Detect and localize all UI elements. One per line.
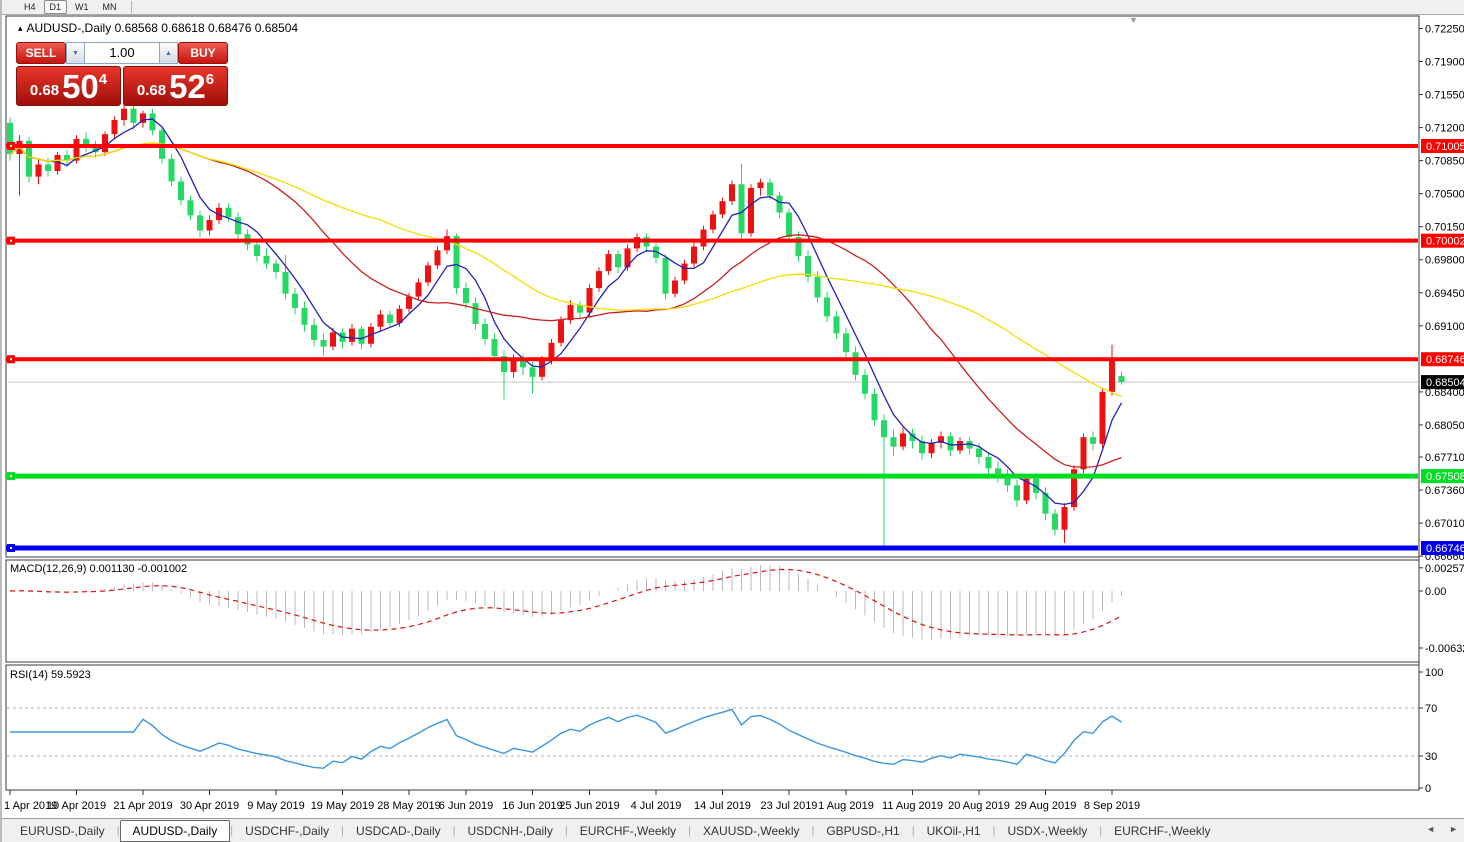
sell-price-pip: 4	[98, 71, 108, 88]
svg-text:0.66746: 0.66746	[1426, 543, 1464, 555]
svg-text:14 Jul 2019: 14 Jul 2019	[694, 800, 751, 812]
tab-eurchf-weekly[interactable]: EURCHF-,Weekly	[1102, 821, 1222, 841]
candles-layer	[7, 103, 1125, 546]
svg-text:0.68050: 0.68050	[1425, 420, 1464, 432]
chevron-up-icon: ▲	[165, 49, 172, 57]
tab-xauusd-weekly[interactable]: XAUUSD-,Weekly	[691, 821, 811, 841]
tab-scroll-right-icon[interactable]: ►	[1449, 824, 1458, 834]
rsi-layer: 100 70 30 0	[7, 667, 1443, 795]
svg-text:30 Apr 2019: 30 Apr 2019	[180, 800, 239, 812]
svg-text:23 Jul 2019: 23 Jul 2019	[761, 800, 818, 812]
svg-text:0: 0	[1425, 783, 1431, 795]
volume-decrease-button[interactable]: ▼	[66, 42, 85, 64]
sell-price-prefix: 0.68	[29, 82, 60, 99]
chart-canvas[interactable]: 0.72250 0.71900 0.71550 0.71200 0.70850 0.705…	[2, 0, 1464, 842]
chart-ohlc-values: 0.68568 0.68618 0.68476 0.68504	[114, 21, 299, 35]
macd-layer: 0.002574 0.00 -0.006326	[9, 563, 1464, 655]
svg-text:0.72250: 0.72250	[1425, 23, 1464, 35]
svg-text:0.67710: 0.67710	[1425, 452, 1464, 464]
one-click-trade-panel: SELL ▼ 1.00 ▲ BUY 0.68 50 4 0.68 52 6	[16, 42, 228, 106]
svg-text:28 May 2019: 28 May 2019	[377, 800, 441, 812]
macd-indicator-label: MACD(12,26,9) 0.001130 -0.001002	[10, 563, 188, 575]
svg-text:0.67010: 0.67010	[1425, 518, 1464, 530]
svg-text:0.002574: 0.002574	[1425, 563, 1464, 575]
svg-text:16 Jun 2019: 16 Jun 2019	[502, 800, 563, 812]
svg-text:4 Jul 2019: 4 Jul 2019	[631, 800, 682, 812]
tab-usdcnh-daily[interactable]: USDCNH-,Daily	[456, 821, 565, 841]
chevron-down-icon: ▼	[72, 49, 79, 57]
svg-text:70: 70	[1425, 703, 1437, 715]
svg-text:1 Aug 2019: 1 Aug 2019	[818, 800, 874, 812]
svg-text:0.70500: 0.70500	[1425, 189, 1464, 201]
collapse-panel-icon[interactable]: ▴	[18, 23, 23, 33]
buy-button[interactable]: BUY	[178, 42, 228, 64]
sell-price-big: 50	[62, 68, 99, 105]
svg-text:19 May 2019: 19 May 2019	[311, 800, 375, 812]
svg-text:0.00: 0.00	[1425, 586, 1446, 598]
trading-terminal-window: H4 D1 W1 MN 0.72250 0.71900 0.71550 0.71200 0.7…	[0, 0, 1464, 842]
svg-text:0.67508: 0.67508	[1426, 471, 1464, 483]
svg-text:0.69800: 0.69800	[1425, 255, 1464, 267]
sell-price-tile[interactable]: 0.68 50 4	[16, 66, 121, 106]
svg-text:0.70150: 0.70150	[1425, 222, 1464, 234]
tab-audusd-daily[interactable]: AUDUSD-,Daily	[119, 819, 231, 842]
symbol-tab-bar: EURUSD-,Daily | AUDUSD-,Daily | USDCHF-,Dail…	[2, 818, 1464, 842]
svg-text:25 Jun 2019: 25 Jun 2019	[559, 800, 620, 812]
rsi-indicator-label: RSI(14) 59.5923	[10, 669, 91, 681]
svg-text:0.70850: 0.70850	[1425, 156, 1464, 168]
svg-text:30: 30	[1425, 751, 1437, 763]
svg-text:100: 100	[1425, 667, 1443, 679]
tab-eurusd-daily[interactable]: EURUSD-,Daily	[8, 821, 117, 841]
tab-scroll-left-icon[interactable]: ◄	[1426, 824, 1435, 834]
buy-price-pip: 6	[205, 71, 215, 88]
trade-prices-row: 0.68 50 4 0.68 52 6	[16, 66, 228, 106]
svg-text:29 Aug 2019: 29 Aug 2019	[1015, 800, 1077, 812]
svg-text:-0.006326: -0.006326	[1425, 643, 1464, 655]
chart-symbol-label: AUDUSD-,Daily	[26, 21, 112, 35]
buy-price-prefix: 0.68	[136, 82, 167, 99]
svg-text:9 May 2019: 9 May 2019	[247, 800, 304, 812]
rsi-value: 59.5923	[50, 669, 91, 681]
macd-signal-value: -0.001002	[137, 563, 188, 575]
chart-shift-marker-icon[interactable]: ▼	[1129, 15, 1138, 25]
sell-button[interactable]: SELL	[16, 42, 66, 64]
svg-text:20 Aug 2019: 20 Aug 2019	[948, 800, 1010, 812]
volume-input[interactable]: 1.00	[85, 42, 159, 64]
tab-usdchf-daily[interactable]: USDCHF-,Daily	[233, 821, 341, 841]
svg-text:21 Apr 2019: 21 Apr 2019	[113, 800, 172, 812]
svg-text:0.67360: 0.67360	[1425, 485, 1464, 497]
tab-gbpusd-h1[interactable]: GBPUSD-,H1	[814, 821, 911, 841]
tab-usdx-weekly[interactable]: USDX-,Weekly	[995, 821, 1099, 841]
svg-text:6 Jun 2019: 6 Jun 2019	[439, 800, 493, 812]
svg-text:11 Aug 2019: 11 Aug 2019	[882, 800, 943, 812]
tab-usdcad-daily[interactable]: USDCAD-,Daily	[344, 821, 453, 841]
svg-text:0.68504: 0.68504	[1426, 377, 1464, 389]
chart-title: ▴ AUDUSD-,Daily 0.68568 0.68618 0.68476 0…	[18, 21, 298, 35]
svg-text:10 Apr 2019: 10 Apr 2019	[47, 800, 106, 812]
svg-text:0.68746: 0.68746	[1426, 354, 1464, 366]
tab-scroll-controls: ◄ ►	[1426, 824, 1458, 834]
buy-price-big: 52	[169, 68, 206, 105]
trade-controls-row: SELL ▼ 1.00 ▲ BUY	[16, 42, 228, 64]
buy-price-tile[interactable]: 0.68 52 6	[123, 66, 228, 106]
tab-eurchf-weekly[interactable]: EURCHF-,Weekly	[568, 821, 688, 841]
svg-text:0.71900: 0.71900	[1425, 57, 1464, 69]
svg-text:0.69450: 0.69450	[1425, 288, 1464, 300]
svg-text:0.69100: 0.69100	[1425, 321, 1464, 333]
svg-text:8 Sep 2019: 8 Sep 2019	[1084, 800, 1140, 812]
svg-text:0.70002: 0.70002	[1426, 236, 1464, 248]
svg-text:0.71005: 0.71005	[1426, 141, 1464, 153]
svg-text:0.71200: 0.71200	[1425, 123, 1464, 135]
macd-value: 0.001130	[89, 563, 135, 575]
tab-ukoil-h1[interactable]: UKOil-,H1	[915, 821, 993, 841]
svg-text:0.71550: 0.71550	[1425, 90, 1464, 102]
volume-increase-button[interactable]: ▲	[159, 42, 178, 64]
